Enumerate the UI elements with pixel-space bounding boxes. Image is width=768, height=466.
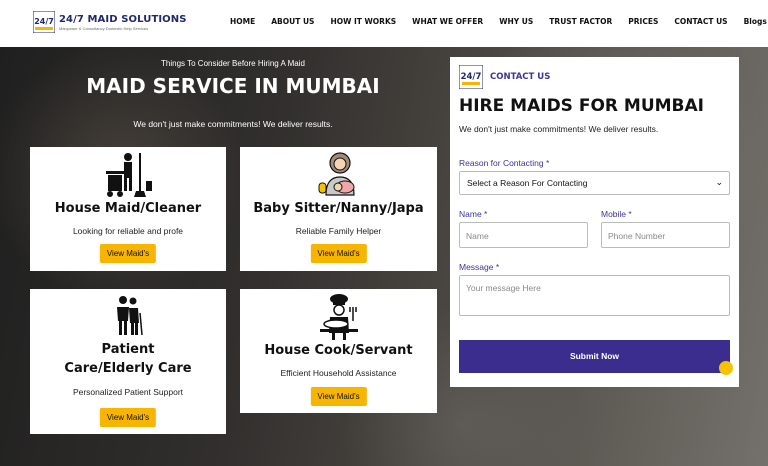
mobile-input[interactable]: Phone Number xyxy=(601,222,730,248)
hero-title: MAID SERVICE IN MUMBAI xyxy=(86,74,380,98)
contact-form-panel: 24/7 CONTACT US HIRE MAIDS FOR MUMBAI We… xyxy=(450,57,739,387)
chevron-down-icon: ⌄ xyxy=(715,177,723,187)
service-card-baby-sitter: Baby Sitter/Nanny/Japa Reliable Family H… xyxy=(240,147,437,271)
message-textarea[interactable]: Your message Here xyxy=(459,275,730,316)
nav-trust-factor[interactable]: TRUST FACTOR xyxy=(549,17,612,26)
nav-prices[interactable]: PRICES xyxy=(628,17,658,26)
card-description: Personalized Patient Support xyxy=(72,387,184,397)
card-description: Looking for reliable and profe xyxy=(72,226,184,236)
logo-subtitle: Manpower & Consultancy Domestic Help Ser… xyxy=(59,25,149,31)
card-title: Baby Sitter/Nanny/Japa xyxy=(253,201,424,216)
nav-contact-us[interactable]: CONTACT US xyxy=(674,17,727,26)
service-card-house-cook: House Cook/Servant Efficient Household A… xyxy=(240,289,437,413)
card-title: House Maid/Cleaner xyxy=(54,201,202,216)
decorative-dot xyxy=(719,361,733,375)
reason-select[interactable]: Select a Reason For Contacting ⌄ xyxy=(459,171,730,195)
logo-title: 24/7 MAID SOLUTIONS xyxy=(59,13,187,25)
nav-how-it-works[interactable]: HOW IT WORKS xyxy=(330,17,396,26)
logo-badge-icon: 24/7 xyxy=(32,10,56,34)
reason-select-value: Select a Reason For Contacting xyxy=(467,178,588,188)
form-subtitle: We don't just make commitments! We deliv… xyxy=(459,124,659,134)
name-input[interactable]: Name xyxy=(459,222,588,248)
hero-tagline: We don't just make commitments! We deliv… xyxy=(133,119,333,129)
card-title-line2: Care/Elderly Care xyxy=(64,361,192,376)
hero-eyebrow: Things To Consider Before Hiring A Maid xyxy=(161,59,305,68)
card-title: House Cook/Servant xyxy=(264,343,413,358)
site-header: 24/7 24/7 MAID SOLUTIONS Manpower & Cons… xyxy=(0,0,768,47)
view-maids-button[interactable]: View Maid's xyxy=(99,244,157,263)
card-description: Reliable Family Helper xyxy=(295,226,382,236)
cleaner-icon xyxy=(30,151,226,199)
badge-text: 24/7 xyxy=(461,72,482,82)
svg-text:24/7: 24/7 xyxy=(34,17,54,26)
contact-us-label: CONTACT US xyxy=(490,72,551,82)
service-card-house-maid: House Maid/Cleaner Looking for reliable … xyxy=(30,147,226,271)
form-title: HIRE MAIDS FOR MUMBAI xyxy=(459,96,704,116)
card-description: Efficient Household Assistance xyxy=(280,368,397,378)
logo-badge-icon: 24/7 xyxy=(458,64,484,90)
nanny-icon xyxy=(240,151,437,199)
card-title-line1: Patient xyxy=(101,342,155,357)
site-logo[interactable]: 24/7 24/7 MAID SOLUTIONS Manpower & Cons… xyxy=(32,10,187,34)
message-label: Message * xyxy=(459,262,500,272)
view-maids-button[interactable]: View Maid's xyxy=(99,408,157,427)
view-maids-button[interactable]: View Maid's xyxy=(310,244,367,263)
mobile-label: Mobile * xyxy=(601,209,632,219)
nav-home[interactable]: HOME xyxy=(230,17,255,26)
nav-blogs[interactable]: Blogs xyxy=(744,17,767,26)
view-maids-button[interactable]: View Maid's xyxy=(310,387,367,406)
nav-about-us[interactable]: ABOUT US xyxy=(271,17,314,26)
nav-what-we-offer[interactable]: WHAT WE OFFER xyxy=(412,17,483,26)
service-card-patient-care: Patient Care/Elderly Care Personalized P… xyxy=(30,289,226,434)
submit-button[interactable]: Submit Now xyxy=(459,340,730,373)
elderly-care-icon xyxy=(30,295,226,337)
nav-why-us[interactable]: WHY US xyxy=(499,17,533,26)
name-label: Name * xyxy=(459,209,488,219)
main-nav: HOME ABOUT US HOW IT WORKS WHAT WE OFFER… xyxy=(230,17,768,26)
reason-label: Reason for Contacting * xyxy=(459,158,550,168)
chef-icon xyxy=(240,293,437,341)
